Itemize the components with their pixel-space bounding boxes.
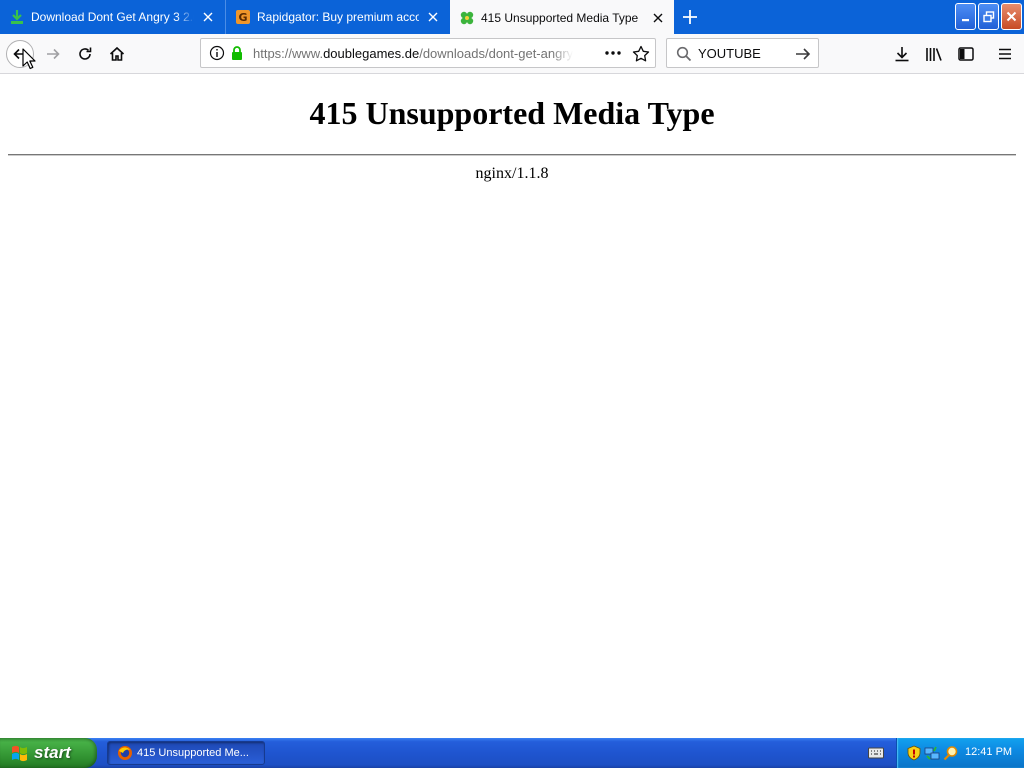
firefox-icon (118, 746, 132, 760)
reload-icon (79, 47, 92, 60)
arrow-right-icon[interactable] (795, 46, 811, 62)
tab-rapidgator[interactable]: G Rapidgator: Buy premium account (225, 0, 449, 34)
library-icon (926, 48, 942, 61)
restore-icon (982, 10, 994, 22)
system-tray: 12:41 PM (896, 738, 1024, 768)
url-domain: doublegames.de (323, 46, 420, 61)
page-content: 415 Unsupported Media Type nginx/1.1.8 (0, 75, 1024, 738)
mouse-cursor-icon (22, 48, 36, 70)
close-icon[interactable] (650, 10, 666, 26)
tab-415-unsupported[interactable]: 415 Unsupported Media Type (450, 0, 674, 35)
search-icon (676, 46, 692, 62)
url-path: /downloads/dont-get-angry-3.html (419, 46, 573, 61)
menu-button[interactable] (991, 40, 1019, 68)
home-button[interactable] (103, 40, 131, 68)
magnifier-icon[interactable] (943, 745, 959, 761)
horizontal-rule (8, 154, 1016, 156)
taskbar: start 415 Unsupported Me... 12:41 PM (0, 738, 1024, 768)
close-icon[interactable] (200, 9, 216, 25)
keyboard-icon[interactable] (868, 746, 884, 760)
download-arrow-icon (9, 9, 25, 25)
security-shield-icon[interactable] (906, 745, 922, 761)
download-icon (895, 47, 909, 62)
tab-title: Download Dont Get Angry 3 2.0.1 (31, 10, 194, 24)
home-icon (109, 46, 125, 61)
library-button[interactable] (920, 40, 948, 68)
minimize-icon (961, 18, 969, 21)
restore-button[interactable] (978, 3, 999, 30)
clover-icon (459, 10, 475, 26)
tab-strip: Download Dont Get Angry 3 2.0.1 G Rapidg… (0, 0, 1024, 35)
svg-text:G: G (238, 11, 247, 24)
hamburger-icon (999, 48, 1011, 60)
close-icon[interactable] (425, 9, 441, 25)
close-icon (1006, 11, 1017, 22)
forward-button[interactable] (39, 40, 67, 68)
sidebar-icon (958, 47, 974, 61)
taskbar-item-firefox[interactable]: 415 Unsupported Me... (107, 741, 265, 765)
reload-button[interactable] (71, 40, 99, 68)
windows-logo-icon (12, 745, 27, 762)
minimize-button[interactable] (955, 3, 976, 30)
lock-icon[interactable] (230, 45, 244, 61)
navigation-toolbar: https://www.doublegames.de/downloads/don… (0, 34, 1024, 74)
server-signature: nginx/1.1.8 (475, 165, 549, 182)
tab-download-dont-get-angry[interactable]: Download Dont Get Angry 3 2.0.1 (0, 0, 224, 34)
search-bar[interactable]: YOUTUBE (666, 38, 819, 68)
url-text[interactable]: https://www.doublegames.de/downloads/don… (253, 46, 573, 61)
url-bar[interactable]: https://www.doublegames.de/downloads/don… (200, 38, 656, 68)
bookmark-star-icon[interactable] (632, 45, 650, 63)
search-input[interactable]: YOUTUBE (698, 46, 761, 61)
plus-icon (683, 10, 697, 24)
downloads-button[interactable] (888, 40, 916, 68)
clock: 12:41 PM (965, 746, 1013, 758)
more-actions-icon[interactable] (603, 45, 623, 61)
start-button[interactable]: start (0, 738, 97, 768)
start-label: start (34, 743, 71, 762)
info-icon[interactable] (209, 45, 225, 61)
tab-title: 415 Unsupported Media Type (481, 10, 639, 25)
url-prefix: https://www. (253, 46, 324, 61)
close-window-button[interactable] (1001, 3, 1022, 30)
network-icon[interactable] (924, 745, 940, 761)
arrow-right-icon (47, 48, 60, 60)
tab-title: Rapidgator: Buy premium account (257, 10, 419, 24)
taskbar-item-label: 415 Unsupported Me... (137, 747, 249, 759)
page-heading: 415 Unsupported Media Type (309, 95, 715, 131)
new-tab-button[interactable] (680, 7, 700, 27)
sidebar-button[interactable] (952, 40, 980, 68)
rapidgator-icon: G (235, 9, 251, 25)
